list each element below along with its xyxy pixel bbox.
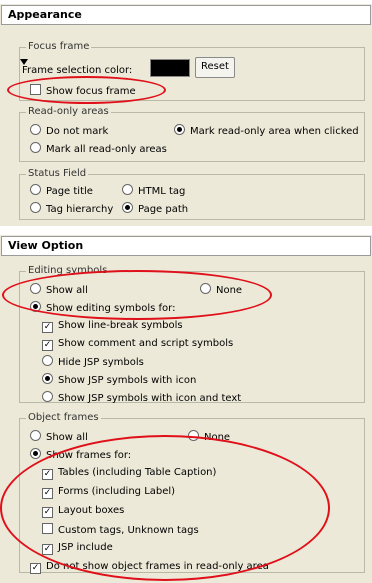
hide-jsp-radio[interactable]: Hide JSP symbols <box>42 355 144 368</box>
radio-circle[interactable] <box>42 391 53 402</box>
radio-circle[interactable] <box>30 124 41 135</box>
radio-circle[interactable] <box>30 142 41 153</box>
focus-frame-title: Focus frame <box>26 41 92 53</box>
status-field-title: Status Field <box>26 168 89 180</box>
annotation-oval-editing <box>2 270 272 320</box>
jsp-icon-label: Show JSP symbols with icon <box>58 375 197 386</box>
checkbox-checked[interactable]: ✓ <box>42 340 53 351</box>
mark-when-clicked-radio[interactable]: Mark read-only area when clicked <box>174 124 359 137</box>
mark-when-clicked-label: Mark read-only area when clicked <box>190 126 359 137</box>
radio-circle[interactable] <box>42 355 53 366</box>
checkbox-checked[interactable]: ✓ <box>30 563 41 574</box>
do-not-mark-radio[interactable]: Do not mark <box>30 124 108 137</box>
appearance-panel: Appearance Focus frame Frame selection c… <box>0 4 372 226</box>
radio-circle-selected[interactable] <box>122 202 133 213</box>
frame-color-label: Frame selection color: <box>22 65 133 76</box>
radio-circle[interactable] <box>30 184 41 195</box>
frames-show-all-label: Show all <box>46 432 88 443</box>
page-title-label: Page title <box>46 186 93 197</box>
html-tag-radio[interactable]: HTML tag <box>122 184 185 197</box>
jsp-icon-text-label: Show JSP symbols with icon and text <box>58 393 242 404</box>
frames-show-all-radio[interactable]: Show all <box>30 430 88 443</box>
line-break-label: Show line-break symbols <box>58 320 183 331</box>
comment-script-checkbox[interactable]: ✓ Show comment and script symbols <box>42 337 234 351</box>
radio-circle[interactable] <box>30 202 41 213</box>
read-only-title: Read-only areas <box>26 106 111 118</box>
radio-circle[interactable] <box>30 430 41 441</box>
view-option-panel: View Option Editing symbols Show all Non… <box>0 235 372 583</box>
view-option-title: View Option <box>1 236 371 256</box>
tag-hierarchy-radio[interactable]: Tag hierarchy <box>30 202 113 215</box>
object-frames-title: Object frames <box>26 412 101 424</box>
annotation-oval-frames <box>0 435 330 581</box>
page-path-label: Page path <box>138 204 189 215</box>
frame-color-swatch[interactable] <box>150 59 190 77</box>
radio-circle[interactable] <box>122 184 133 195</box>
radio-circle-selected[interactable] <box>30 448 41 459</box>
annotation-oval-focus <box>7 76 166 104</box>
appearance-title: Appearance <box>1 5 371 25</box>
comment-script-label: Show comment and script symbols <box>58 338 234 349</box>
hide-jsp-label: Hide JSP symbols <box>58 357 144 368</box>
line-break-checkbox[interactable]: ✓ Show line-break symbols <box>42 319 183 333</box>
jsp-icon-text-radio[interactable]: Show JSP symbols with icon and text <box>42 391 241 404</box>
page-path-radio[interactable]: Page path <box>122 202 188 215</box>
do-not-mark-label: Do not mark <box>46 126 109 137</box>
mark-all-label: Mark all read-only areas <box>46 144 167 155</box>
tag-hierarchy-label: Tag hierarchy <box>46 204 114 215</box>
radio-circle-selected[interactable] <box>174 124 185 135</box>
mark-all-radio[interactable]: Mark all read-only areas <box>30 142 167 155</box>
radio-circle-selected[interactable] <box>42 373 53 384</box>
html-tag-label: HTML tag <box>138 186 186 197</box>
page-title-radio[interactable]: Page title <box>30 184 93 197</box>
jsp-icon-radio[interactable]: Show JSP symbols with icon <box>42 373 196 386</box>
reset-button[interactable]: Reset <box>195 57 235 78</box>
checkbox-checked[interactable]: ✓ <box>42 322 53 333</box>
